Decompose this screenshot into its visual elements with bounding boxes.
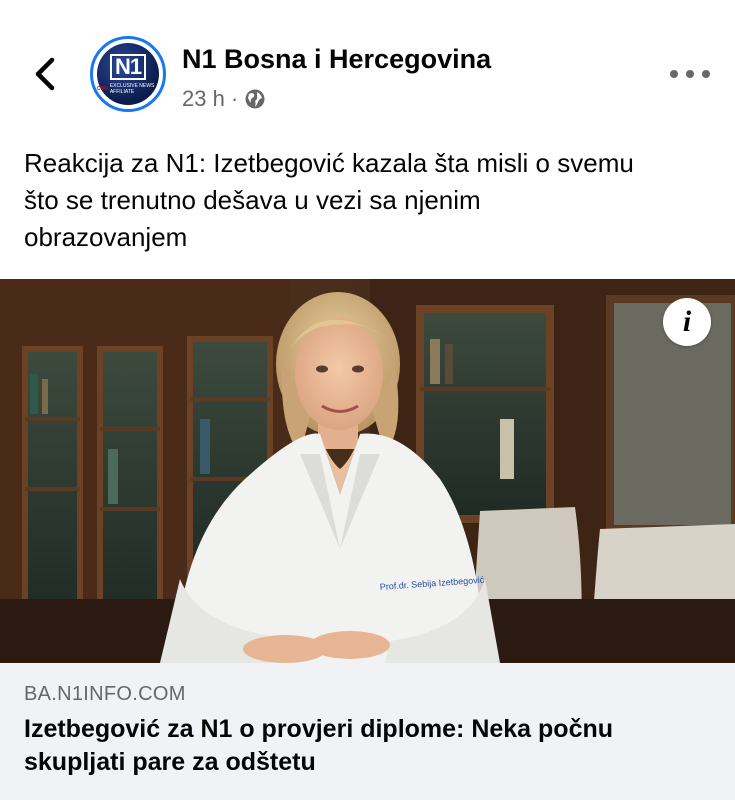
dot (702, 70, 710, 78)
post-header: N1 CNN EXCLUSIVE NEWS AFFILIATE N1 Bosna… (0, 0, 735, 130)
link-domain: BA.N1INFO.COM (24, 683, 186, 705)
page-name[interactable]: N1 Bosna i Hercegovina (182, 44, 491, 75)
logo-subtitle: CNN EXCLUSIVE NEWS AFFILIATE (97, 83, 159, 95)
link-headline-line: skupljati pare za odštetu (24, 748, 316, 776)
post-text-line: Reakcija za N1: Izetbegović kazala šta m… (24, 148, 634, 178)
link-card[interactable]: BA.N1INFO.COM Izetbegović za N1 o provje… (0, 663, 735, 800)
post-timestamp[interactable]: 23 h (182, 86, 225, 112)
affiliate-label: EXCLUSIVE NEWS AFFILIATE (109, 82, 155, 95)
post-text: Reakcija za N1: Izetbegović kazala šta m… (24, 145, 714, 256)
link-headline: Izetbegović za N1 o provjeri diplome: Ne… (24, 713, 714, 779)
more-options-icon[interactable] (670, 62, 710, 86)
page-avatar[interactable]: N1 CNN EXCLUSIVE NEWS AFFILIATE (90, 36, 166, 112)
post-text-line: što se trenutno dešava u vezi sa njenim (24, 185, 481, 215)
link-preview-image[interactable]: Prof.dr. Sebija Izetbegović (0, 279, 735, 663)
link-headline-line: Izetbegović za N1 o provjeri diplome: Ne… (24, 715, 614, 743)
post-meta: 23 h · (182, 86, 266, 112)
meta-separator: · (230, 86, 239, 111)
info-icon[interactable]: i (663, 298, 711, 346)
dot (670, 70, 678, 78)
n1-logo: N1 CNN EXCLUSIVE NEWS AFFILIATE (97, 43, 159, 105)
cnn-label: CNN (97, 85, 108, 92)
globe-icon (245, 89, 265, 109)
chevron-left-icon[interactable] (28, 54, 62, 94)
dot (686, 70, 694, 78)
post-text-line: obrazovanjem (24, 222, 188, 252)
logo-text: N1 (109, 53, 147, 80)
info-symbol: i (682, 305, 692, 338)
photo-illustration: Prof.dr. Sebija Izetbegović (0, 279, 735, 663)
